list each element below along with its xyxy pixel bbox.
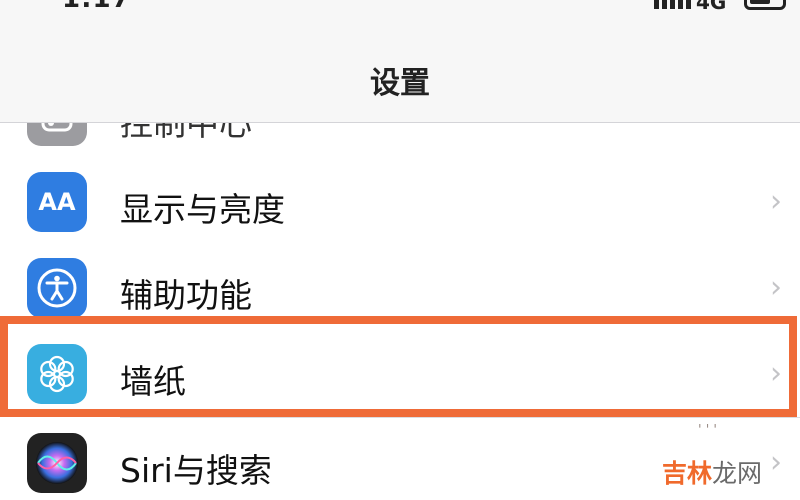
watermark-net: 龙网 xyxy=(712,459,763,488)
settings-row-label: 墙纸 xyxy=(120,362,186,401)
page-title: 设置 xyxy=(370,66,430,101)
row-divider xyxy=(120,417,800,418)
settings-row-label: 辅助功能 xyxy=(120,276,252,315)
accessibility-icon xyxy=(27,258,87,318)
navigation-bar: 设置 xyxy=(0,14,800,123)
settings-row-label: 显示与亮度 xyxy=(120,190,285,229)
battery-icon xyxy=(744,0,786,10)
watermark-brand: 吉林 xyxy=(662,459,713,488)
siri-icon xyxy=(27,433,87,493)
control-center-icon xyxy=(27,123,87,146)
settings-row-control-center[interactable]: 控制中心 › xyxy=(0,123,800,160)
settings-row-display-brightness[interactable]: AA 显示与亮度 › xyxy=(0,158,800,246)
settings-list[interactable]: 控制中心 › AA 显示与亮度 › 辅助功能 › xyxy=(0,123,800,500)
settings-row-label: Siri与搜索 xyxy=(120,451,272,490)
chevron-right-icon: › xyxy=(770,184,782,219)
watermark-marks: ' ' ' xyxy=(698,423,717,438)
wallpaper-flower-icon xyxy=(27,344,87,404)
watermark: 吉林龙网 xyxy=(662,454,762,490)
chevron-right-icon: › xyxy=(770,270,782,305)
chevron-right-icon: › xyxy=(770,445,782,480)
chevron-right-icon: › xyxy=(770,123,782,133)
display-brightness-icon: AA xyxy=(27,172,87,232)
signal-strength-icon xyxy=(654,0,691,9)
status-bar: 1:17 4G xyxy=(0,0,800,14)
network-type: 4G xyxy=(696,0,727,14)
display-icon-glyph: AA xyxy=(38,188,76,216)
settings-row-wallpaper[interactable]: 墙纸 › xyxy=(0,330,800,418)
status-time: 1:17 xyxy=(62,0,131,14)
settings-row-accessibility[interactable]: 辅助功能 › xyxy=(0,244,800,332)
settings-row-label: 控制中心 xyxy=(120,123,252,143)
chevron-right-icon: › xyxy=(770,356,782,391)
